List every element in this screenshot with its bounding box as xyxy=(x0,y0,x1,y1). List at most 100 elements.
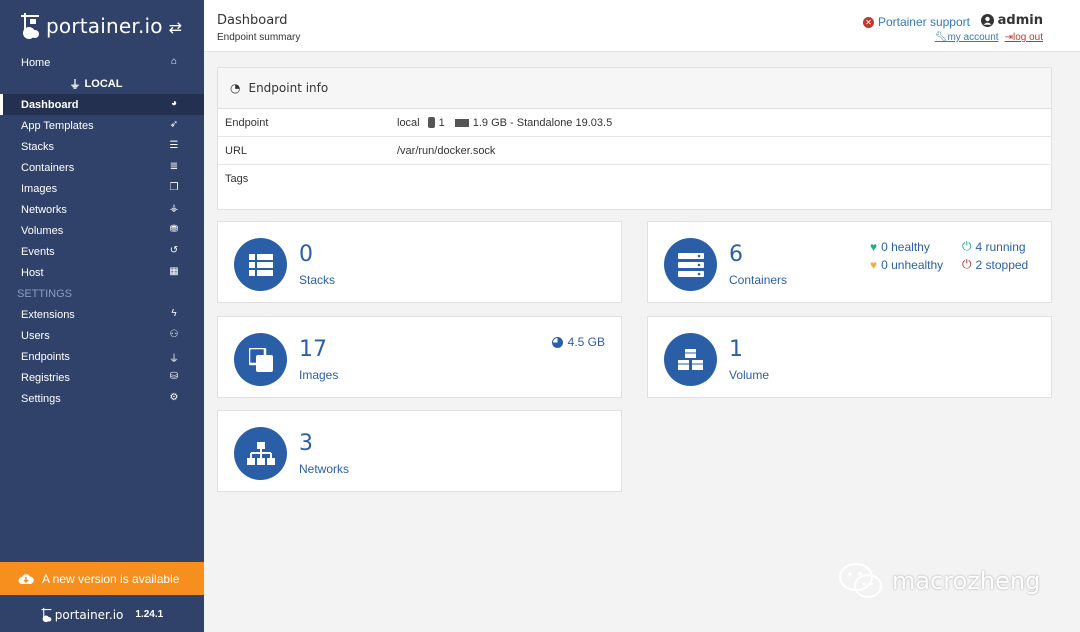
tags-key: Tags xyxy=(225,173,249,185)
log-out-link[interactable]: ⇥log out xyxy=(1005,32,1043,43)
bolt-icon: ϟ xyxy=(171,308,177,319)
images-icon-circle xyxy=(234,333,287,386)
container-status-grid: ♥ 0 healthy ⏻ 4 running ♥ 0 unhealthy ⏻ … xyxy=(870,239,1042,272)
update-available-banner[interactable]: A new version is available xyxy=(0,562,204,595)
endpoint-key: Endpoint xyxy=(225,116,269,129)
images-label: Images xyxy=(299,368,339,382)
sidebar-item-label: Volumes xyxy=(21,224,64,237)
sidebar-item-settings[interactable]: Settings ⚙ xyxy=(0,388,204,409)
sidebar-item-volumes[interactable]: Volumes ⛃ xyxy=(0,220,204,241)
images-size: 4.5 GB xyxy=(551,335,605,349)
volumes-widget[interactable]: 1 Volume xyxy=(647,316,1052,398)
url-value: /var/run/docker.sock xyxy=(397,144,496,157)
stacks-label: Stacks xyxy=(299,273,336,287)
sidebar-item-home[interactable]: Home ⌂ xyxy=(0,52,204,73)
home-icon: ⌂ xyxy=(170,56,178,67)
history-icon: ↺ xyxy=(169,245,179,256)
update-banner-text: A new version is available xyxy=(42,571,180,586)
volumes-count: 1 xyxy=(729,337,743,362)
footer-brand: portainer.io xyxy=(54,607,124,622)
server-icon: ≣ xyxy=(169,161,179,172)
unhealthy-status: ♥ 0 unhealthy xyxy=(870,257,944,272)
images-count: 17 xyxy=(299,337,327,362)
sidebar-item-label: Settings xyxy=(21,392,61,405)
account-links: 🔧︎my account ⇥log out xyxy=(935,32,1043,43)
sidebar-item-label: Events xyxy=(21,245,55,258)
sidebar: portainer.io ⇄ Home ⌂ ⏚ LOCAL Dashboard … xyxy=(0,0,204,632)
pie-chart-icon xyxy=(551,336,563,348)
sidebar-item-images[interactable]: Images ❐ xyxy=(0,178,204,199)
clone-icon xyxy=(248,347,273,372)
sitemap-icon: ⚶ xyxy=(169,203,179,214)
sidebar-item-app-templates[interactable]: App Templates ➶ xyxy=(0,115,204,136)
sidebar-item-host[interactable]: Host ▦ xyxy=(0,262,204,283)
sidebar-item-dashboard[interactable]: Dashboard ◕ xyxy=(0,94,204,115)
power-off-icon: ⏻ xyxy=(962,239,972,253)
sitemap-icon xyxy=(246,441,275,465)
plug-icon: ⏚ xyxy=(169,354,179,365)
support-label: Portainer support xyxy=(877,15,970,29)
endpoint-name: local xyxy=(397,116,420,129)
my-account-link[interactable]: 🔧︎my account xyxy=(935,32,999,43)
version-label: 1.24.1 xyxy=(135,609,164,620)
page-title: Dashboard xyxy=(217,13,288,28)
endpoint-row: Endpoint local 1 1.9 GB - Standalone 19.… xyxy=(218,109,1051,137)
sidebar-item-events[interactable]: Events ↺ xyxy=(0,241,204,262)
plug-icon: ⏚ xyxy=(69,78,81,91)
th-list-icon xyxy=(248,253,273,276)
portainer-logo[interactable]: portainer.io xyxy=(20,11,163,41)
th-icon: ▦ xyxy=(169,266,179,277)
th-list-icon: ☰ xyxy=(169,140,179,151)
sidebar-item-extensions[interactable]: Extensions ϟ xyxy=(0,304,204,325)
crane-logo-icon xyxy=(41,607,52,622)
sign-out-icon: ⇥ xyxy=(1004,32,1013,43)
sidebar-item-containers[interactable]: Containers ≣ xyxy=(0,157,204,178)
rocket-icon: ➶ xyxy=(169,119,179,130)
brand: portainer.io ⇄ xyxy=(0,0,204,52)
sidebar-item-users[interactable]: Users ⚇ xyxy=(0,325,204,346)
sidebar-item-label: Dashboard xyxy=(21,98,79,111)
networks-icon-circle xyxy=(234,427,287,480)
dashboard-icon: ◕ xyxy=(170,98,178,109)
sidebar-item-stacks[interactable]: Stacks ☰ xyxy=(0,136,204,157)
wechat-icon xyxy=(839,563,882,598)
sidebar-item-registries[interactable]: Registries ⛁ xyxy=(0,367,204,388)
tachometer-icon: ◔ xyxy=(230,81,241,95)
networks-widget[interactable]: 3 Networks xyxy=(217,410,622,492)
stopped-status: ⏻ 2 stopped xyxy=(962,257,1029,272)
url-key: URL xyxy=(225,144,248,157)
crane-logo-icon xyxy=(21,13,39,39)
watermark: macrozheng xyxy=(838,561,1040,601)
power-off-icon: ⏻ xyxy=(962,257,972,271)
containers-count: 6 xyxy=(729,242,743,267)
sidebar-item-label: Stacks xyxy=(21,140,55,153)
stacks-count: 0 xyxy=(299,242,313,267)
sidebar-item-endpoints[interactable]: Endpoints ⏚ xyxy=(0,346,204,367)
images-widget[interactable]: 17 Images 4.5 GB xyxy=(217,316,622,398)
endpoint-value: local 1 1.9 GB - Standalone 19.03.5 xyxy=(397,117,612,129)
endpoint-info-panel: ◔ Endpoint info Endpoint local 1 1.9 GB … xyxy=(217,67,1052,210)
sidebar-item-label: Networks xyxy=(21,203,67,216)
endpoint-info-heading: ◔ Endpoint info xyxy=(218,68,1051,109)
sidebar-item-label: Images xyxy=(21,182,58,195)
endpoint-name-label: ⏚ LOCAL xyxy=(69,77,123,91)
brand-name: portainer.io xyxy=(46,14,163,38)
sidebar-toggle-icon[interactable]: ⇄ xyxy=(169,18,182,38)
heartbeat-icon: ♥ xyxy=(870,239,878,254)
networks-label: Networks xyxy=(299,462,350,476)
memory-and-version: 1.9 GB - Standalone 19.03.5 xyxy=(472,116,613,129)
sidebar-item-label: App Templates xyxy=(21,119,94,132)
sidebar-item-networks[interactable]: Networks ⚶ xyxy=(0,199,204,220)
cloud-download-icon xyxy=(18,573,34,584)
portainer-support-link[interactable]: ✕ Portainer support xyxy=(862,15,970,29)
memory-icon xyxy=(454,118,469,127)
tags-row: Tags xyxy=(218,165,1051,208)
heartbeat-icon: ♥ xyxy=(870,257,878,272)
cubes-icon xyxy=(677,348,703,370)
sidebar-nav: Home ⌂ ⏚ LOCAL Dashboard ◕ App Templates… xyxy=(0,52,204,409)
containers-widget[interactable]: 6 Containers ♥ 0 healthy ⏻ 4 running ♥ 0… xyxy=(647,221,1052,303)
stacks-widget[interactable]: 0 Stacks xyxy=(217,221,622,303)
sidebar-footer: portainer.io 1.24.1 xyxy=(0,597,204,632)
sidebar-item-label: Containers xyxy=(21,161,75,174)
url-row: URL /var/run/docker.sock xyxy=(218,137,1051,165)
